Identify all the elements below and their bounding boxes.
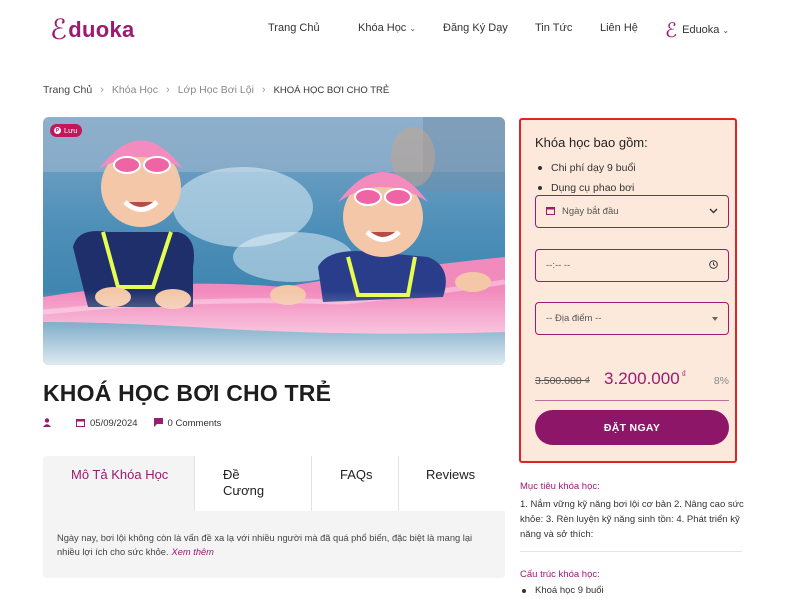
- tab-reviews[interactable]: Reviews: [399, 456, 505, 511]
- calendar-icon: [546, 206, 555, 218]
- comment-icon: [153, 418, 163, 429]
- nav-item-home[interactable]: Trang Chủ: [268, 22, 320, 34]
- course-meta: 05/09/2024 0 Comments: [43, 418, 221, 429]
- course-hero-image: [43, 117, 505, 365]
- start-date-select[interactable]: Ngày bắt đầu: [535, 195, 729, 228]
- breadcrumb-category[interactable]: Lớp Học Bơi Lội: [178, 84, 254, 96]
- chevron-down-icon: [712, 313, 718, 324]
- breadcrumb-separator: ›: [166, 84, 170, 96]
- save-button[interactable]: P Lưu: [50, 124, 83, 137]
- includes-list: Chi phí dạy 9 buổi Dụng cụ phao bơi: [535, 158, 636, 198]
- structure-heading: Cấu trúc khóa học:: [520, 569, 600, 580]
- price-row: 3.500.000 ₫ 3.200.000 ₫ 8%: [535, 369, 729, 389]
- calendar-icon: [76, 418, 85, 429]
- divider: [520, 551, 742, 552]
- nav-item-news[interactable]: Tin Tức: [535, 22, 572, 34]
- currency-symbol: ₫: [681, 369, 687, 380]
- list-item: Chi phí dạy 9 buổi: [535, 158, 636, 178]
- new-price: 3.200.000 ₫: [604, 369, 687, 388]
- list-item: Khoá học 9 buổi: [520, 585, 604, 596]
- time-input[interactable]: --:-- --: [535, 249, 729, 282]
- tab-description-content: Ngày nay, bơi lội không còn là vấn đề xa…: [57, 531, 497, 559]
- nav-item-contact[interactable]: Liên Hệ: [600, 22, 638, 34]
- breadcrumb-current: KHOÁ HỌC BƠI CHO TRẺ: [273, 84, 390, 96]
- goal-heading: Mục tiêu khóa học:: [520, 481, 600, 492]
- goal-text: 1. Nắm vững kỹ năng bơi lội cơ bản 2. Nâ…: [520, 499, 744, 540]
- tab-syllabus[interactable]: Đề Cương: [195, 456, 312, 511]
- time-placeholder: --:-- --: [546, 260, 571, 271]
- course-tabs: Mô Tả Khóa Học Đề Cương FAQs Reviews Ngà…: [43, 456, 505, 578]
- clock-icon[interactable]: [709, 259, 718, 272]
- description-text: Ngày nay, bơi lội không còn là vấn đề xa…: [57, 533, 473, 557]
- breadcrumb: Trang Chủ › Khóa Học › Lớp Học Bơi Lội ›…: [43, 84, 389, 96]
- brand-menu-label: Eduoka: [682, 24, 720, 36]
- tab-list: Mô Tả Khóa Học Đề Cương FAQs Reviews: [43, 456, 505, 511]
- author-icon: [43, 418, 51, 429]
- breadcrumb-courses[interactable]: Khóa Học: [112, 84, 158, 96]
- breadcrumb-separator: ›: [261, 84, 266, 96]
- read-more-link[interactable]: Xem thêm: [172, 547, 214, 557]
- order-now-button[interactable]: ĐẶT NGAY: [535, 410, 729, 445]
- divider: [535, 400, 729, 401]
- old-price: 3.500.000 ₫: [535, 375, 591, 387]
- save-label: Lưu: [64, 126, 78, 135]
- booking-card: Khóa học bao gồm: Chi phí dạy 9 buổi Dụn…: [519, 118, 737, 463]
- nav-item-courses[interactable]: Khóa Học ⌄: [358, 22, 416, 34]
- start-date-label: Ngày bắt đầu: [562, 206, 619, 217]
- location-placeholder: -- Địa điểm --: [546, 313, 602, 324]
- nav-item-register-teach[interactable]: Đăng Ký Dạy: [443, 22, 508, 34]
- comments-link[interactable]: 0 Comments: [168, 418, 222, 429]
- includes-heading: Khóa học bao gồm:: [535, 135, 648, 150]
- brand-menu[interactable]: ℰ Eduoka ⌄: [665, 20, 729, 40]
- discount-badge: 8%: [713, 375, 729, 387]
- chevron-down-icon: [709, 206, 718, 217]
- course-date: 05/09/2024: [90, 418, 138, 429]
- breadcrumb-separator: ›: [100, 84, 104, 96]
- tab-faqs[interactable]: FAQs: [312, 456, 399, 511]
- brand-logo-icon: ℰ: [665, 18, 678, 42]
- pin-icon: P: [54, 127, 61, 134]
- chevron-down-icon: ⌄: [722, 25, 730, 35]
- course-title: KHOÁ HỌC BƠI CHO TRẺ: [43, 380, 332, 406]
- breadcrumb-home[interactable]: Trang Chủ: [43, 84, 92, 96]
- structure-list: Khoá học 9 buổi: [520, 585, 604, 596]
- kids-swimming-photo: [43, 117, 505, 365]
- tab-description[interactable]: Mô Tả Khóa Học: [43, 456, 195, 511]
- chevron-down-icon: ⌄: [409, 24, 417, 33]
- location-select[interactable]: -- Địa điểm --: [535, 302, 729, 335]
